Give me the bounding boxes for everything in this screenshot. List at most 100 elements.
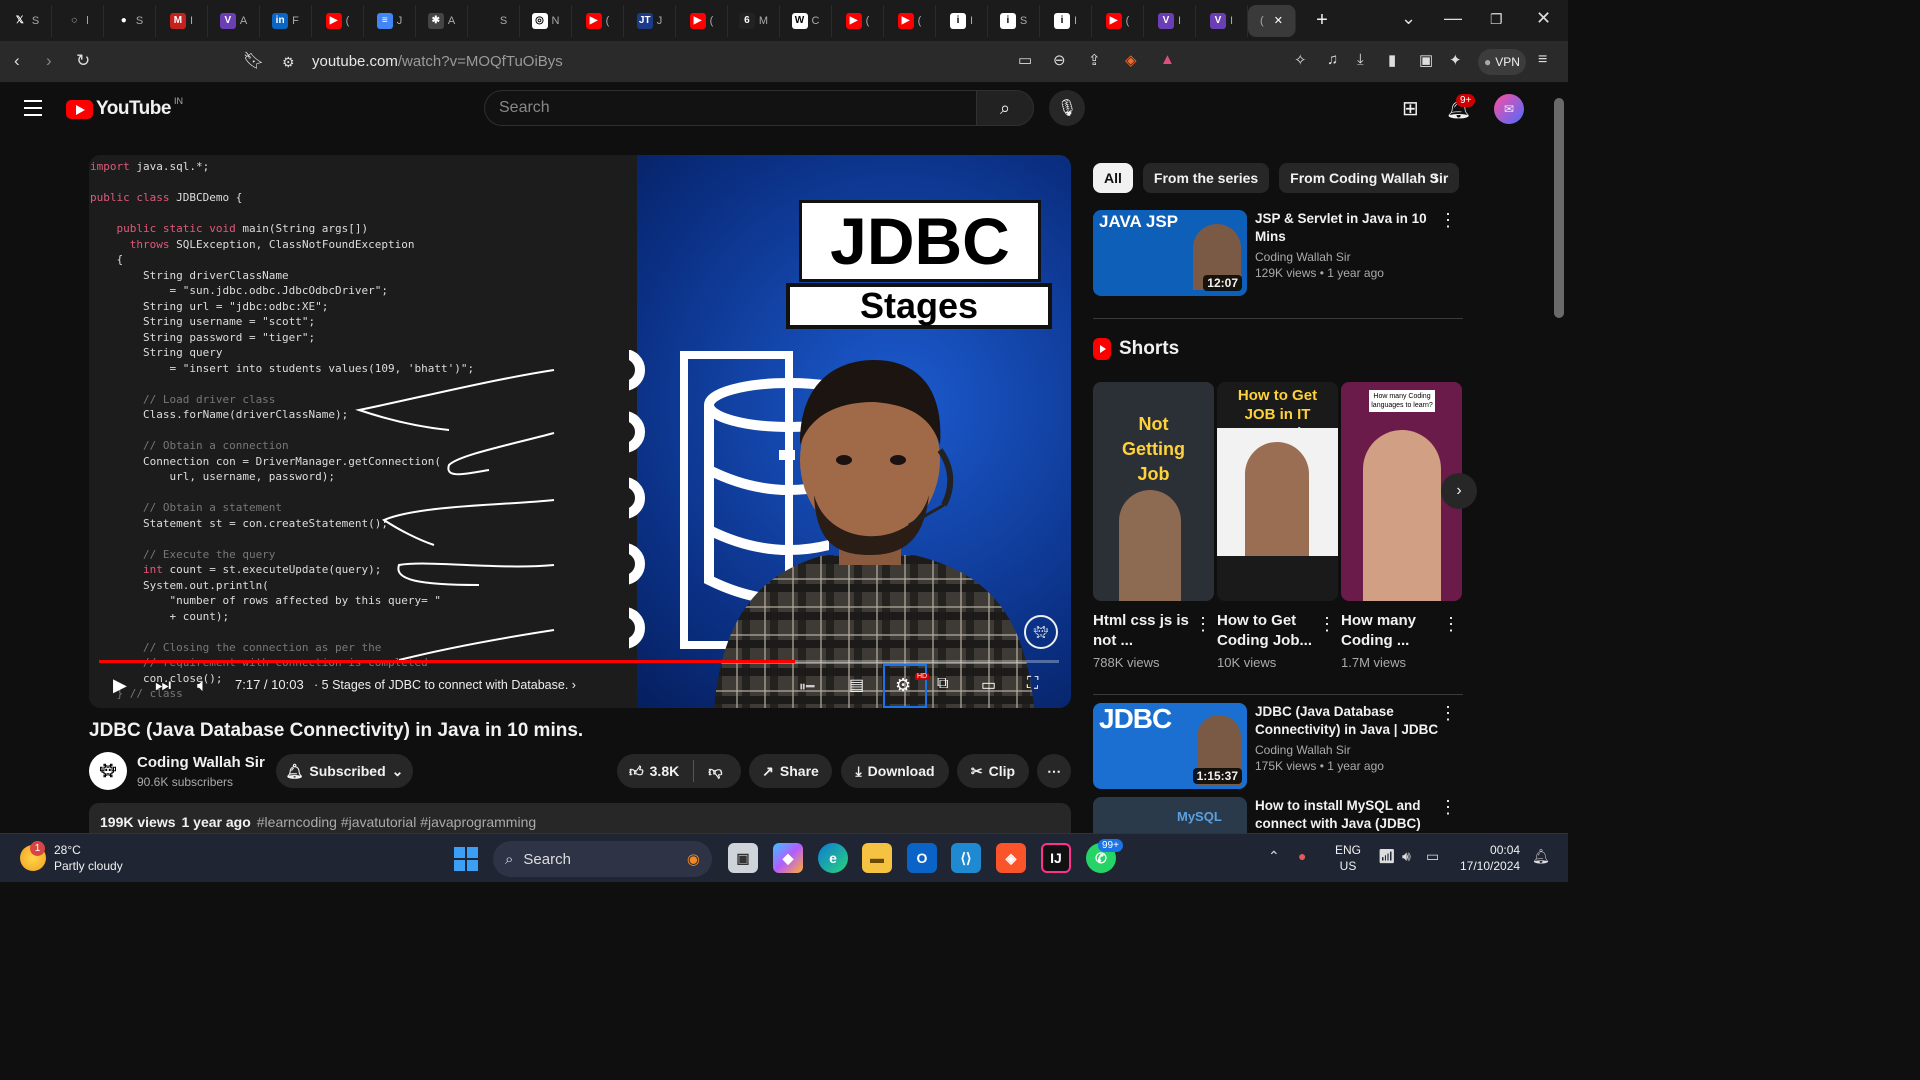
browser-tab[interactable]: (✕ <box>1248 4 1296 37</box>
subscribed-button[interactable]: 🔔︎ Subscribed ⌄ <box>276 754 413 788</box>
short-title[interactable]: How to Get Coding Job... <box>1217 611 1317 651</box>
more-actions-button[interactable]: ⋯ <box>1037 754 1071 788</box>
vscode-icon[interactable]: ⟨⟩ <box>951 843 981 873</box>
share-button[interactable]: ↗ Share <box>749 754 832 788</box>
wifi-icon[interactable]: 📶︎ <box>1378 848 1396 865</box>
brave-shields-icon[interactable]: ◈ <box>1125 51 1137 69</box>
rec-title[interactable]: JDBC (Java Database Connectivity) in Jav… <box>1255 703 1445 739</box>
search-button[interactable]: ⌕ <box>976 90 1034 126</box>
rec-channel[interactable]: Coding Wallah Sir <box>1255 743 1445 757</box>
fullscreen-icon[interactable]: ⛶ <box>1027 675 1038 693</box>
file-explorer-icon[interactable]: ▬ <box>862 843 892 873</box>
browser-tab[interactable]: MI <box>156 4 208 37</box>
close-tab-icon[interactable]: ✕ <box>1274 14 1283 27</box>
browser-tab[interactable]: ◎ N <box>520 4 572 37</box>
notification-center-icon[interactable]: 🔔︎ <box>1532 848 1550 865</box>
browser-menu-icon[interactable]: ≡ <box>1538 51 1547 69</box>
more-vertical-icon[interactable]: ⋮ <box>1439 703 1457 724</box>
task-view-icon[interactable]: ▣ <box>728 843 758 873</box>
language-indicator[interactable]: ENG US <box>1335 842 1361 874</box>
bookmark-icon[interactable]: 🔖︎ <box>243 51 265 71</box>
chevron-right-icon[interactable]: › <box>1433 168 1439 189</box>
brave-browser-icon[interactable]: ◈ <box>996 843 1026 873</box>
cast-icon[interactable]: ▭ <box>1018 51 1032 69</box>
leo-ai-icon[interactable]: ✦ <box>1449 51 1462 69</box>
battery-icon[interactable]: ▭ <box>1426 848 1439 865</box>
downloads-icon[interactable]: ⤓ <box>1357 51 1364 68</box>
reload-icon[interactable]: ↻ <box>76 51 90 71</box>
browser-tab[interactable]: ▶( <box>832 4 884 37</box>
browser-tab[interactable]: iI <box>936 4 988 37</box>
channel-avatar[interactable]: 👾︎ <box>89 752 127 790</box>
browser-tab[interactable]: VA <box>208 4 260 37</box>
voice-search-button[interactable]: 🎙︎ <box>1049 90 1085 126</box>
network-blocked-icon[interactable]: ● <box>1298 848 1306 864</box>
page-scrollbar-thumb[interactable] <box>1554 98 1564 318</box>
close-window-icon[interactable]: ✕ <box>1536 8 1551 29</box>
minimize-icon[interactable]: — <box>1444 8 1462 29</box>
rec-channel[interactable]: Coding Wallah Sir <box>1255 250 1445 264</box>
like-icon[interactable]: 👍︎ <box>629 763 644 780</box>
short-title[interactable]: How many Coding ... <box>1341 611 1441 651</box>
url-text[interactable]: youtube.com/watch?v=MOQfTuOiBys <box>312 53 563 70</box>
browser-tab[interactable]: ≡ J <box>364 4 416 37</box>
new-tab-button[interactable]: + <box>1296 5 1348 37</box>
settings-gear-icon[interactable]: ⚙ <box>895 675 911 696</box>
restore-icon[interactable]: ❐ <box>1490 11 1503 28</box>
rec-title[interactable]: JSP & Servlet in Java in 10 Mins <box>1255 210 1445 246</box>
browser-tab[interactable]: iS <box>988 4 1040 37</box>
weather-widget[interactable]: 1 28°C Partly cloudy <box>20 841 123 874</box>
speaker-icon[interactable]: 🔊︎ <box>1402 848 1411 865</box>
volume-icon[interactable]: 🔈︎ <box>197 675 208 696</box>
account-avatar[interactable]: ✉ <box>1494 94 1524 124</box>
browser-tab[interactable]: in F <box>260 4 312 37</box>
zoom-icon[interactable]: ⊖ <box>1053 51 1066 69</box>
channel-watermark-icon[interactable]: 👾︎ <box>1024 615 1058 649</box>
more-vertical-icon[interactable]: ⋮ <box>1439 797 1457 818</box>
short-item[interactable]: How to Get JOB in IT Companies How to Ge… <box>1217 382 1338 670</box>
shorts-next-button[interactable]: › <box>1441 473 1477 509</box>
video-thumbnail[interactable]: JDBC 1:15:37 <box>1093 703 1247 789</box>
video-thumbnail[interactable]: MySQL <box>1093 797 1247 833</box>
filter-chip[interactable]: From the series <box>1142 163 1270 193</box>
progress-bar[interactable] <box>99 660 1059 663</box>
recommended-video[interactable]: MySQL How to install MySQL and connect w… <box>1093 797 1463 833</box>
vpn-button[interactable]: ● VPN <box>1478 49 1526 75</box>
forward-icon[interactable]: › <box>46 51 52 71</box>
media-icon[interactable]: ♫ <box>1327 51 1338 68</box>
tab-list-icon[interactable]: ⌄ <box>1401 8 1416 29</box>
subtitles-icon[interactable]: ▤ <box>849 675 864 695</box>
extensions-icon[interactable]: ✧ <box>1294 51 1307 69</box>
browser-tab[interactable]: ✱ A <box>416 4 468 37</box>
brave-rewards-icon[interactable]: ▲ <box>1160 51 1175 68</box>
browser-tab[interactable]: WC <box>780 4 832 37</box>
miniplayer-icon[interactable]: ⧉ <box>937 675 948 693</box>
browser-tab[interactable]: ◌ l <box>52 4 104 37</box>
short-thumbnail[interactable]: Not Getting Job <box>1093 382 1214 601</box>
channel-name[interactable]: Coding Wallah Sir <box>137 754 265 771</box>
wallet-icon[interactable]: ▣ <box>1419 51 1433 69</box>
outlook-icon[interactable]: O <box>907 843 937 873</box>
short-thumbnail[interactable]: How to Get JOB in IT Companies <box>1217 382 1338 601</box>
video-thumbnail[interactable]: JAVA JSP 12:07 <box>1093 210 1247 296</box>
autoplay-toggle[interactable]: ⏸︎━ <box>799 678 814 695</box>
taskbar-search[interactable]: ⌕ Search ◉ <box>493 841 712 877</box>
browser-tab[interactable]: iI <box>1040 4 1092 37</box>
copilot-icon[interactable]: ◆ <box>773 843 803 873</box>
browser-tab[interactable]: 6M <box>728 4 780 37</box>
like-count[interactable]: 3.8K <box>650 763 680 779</box>
windows-start-icon[interactable] <box>454 847 478 871</box>
theater-mode-icon[interactable]: ▭ <box>981 675 996 695</box>
intellij-icon[interactable]: IJ <box>1041 843 1071 873</box>
chapter-title[interactable]: · 5 Stages of JDBC to connect with Datab… <box>314 678 576 692</box>
browser-tab[interactable]: VI <box>1144 4 1196 37</box>
play-icon[interactable]: ▶ <box>113 675 127 696</box>
browser-tab[interactable]: 𝕏S <box>0 4 52 37</box>
tray-overflow-icon[interactable]: ⌃ <box>1268 848 1280 865</box>
site-info-icon[interactable]: ⚙ <box>282 54 295 71</box>
more-vertical-icon[interactable]: ⋮ <box>1318 614 1336 635</box>
video-player[interactable]: import java.sql.*; public class JDBCDemo … <box>89 155 1071 708</box>
create-video-icon[interactable]: ⊞ <box>1402 96 1419 121</box>
browser-tab[interactable]: S <box>468 4 520 37</box>
hashtags[interactable]: #learncoding #javatutorial #javaprogramm… <box>257 814 536 830</box>
